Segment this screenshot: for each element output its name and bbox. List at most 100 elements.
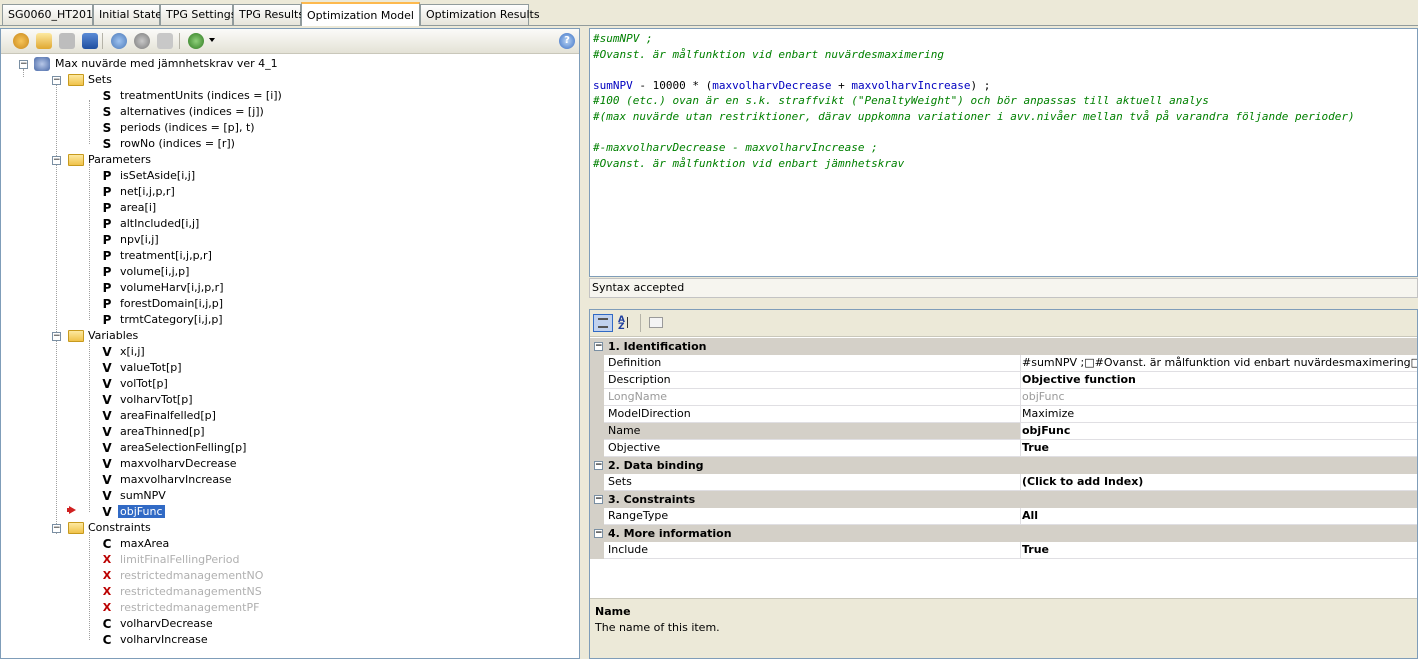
property-value-sets[interactable]: (Click to add Index)	[1020, 474, 1417, 490]
tree-folder-constraints[interactable]: Constraints	[88, 520, 151, 536]
property-row-name-selected[interactable]: Name objFunc	[590, 423, 1417, 440]
constraint-icon: C	[102, 537, 112, 551]
tree-item-parameter[interactable]: npv[i,j]	[120, 232, 159, 248]
tree-item-parameter[interactable]: treatment[i,j,p,r]	[120, 248, 212, 264]
tree-item-constraint-disabled[interactable]: limitFinalFellingPeriod	[120, 552, 239, 568]
tree-item-set[interactable]: periods (indices = [p], t)	[120, 120, 255, 136]
category-identification[interactable]: −1. Identification	[590, 338, 1417, 355]
tab-optimization-model[interactable]: Optimization Model	[301, 2, 420, 26]
tree-item-variable[interactable]: areaThinned[p]	[120, 424, 205, 440]
tree-item-variable[interactable]: valueTot[p]	[120, 360, 182, 376]
tree-item-variable[interactable]: maxvolharvDecrease	[120, 456, 237, 472]
property-value-description[interactable]: Objective function	[1020, 372, 1417, 388]
category-constraints[interactable]: −3. Constraints	[590, 491, 1417, 508]
code-identifier: maxvolharvDecrease	[712, 79, 832, 92]
property-value-rangetype[interactable]: All	[1020, 508, 1417, 524]
variables-collapse-toggle[interactable]: −	[52, 332, 61, 341]
tree-item-variable[interactable]: x[i,j]	[120, 344, 145, 360]
alphabetical-view-button[interactable]: A Z	[616, 314, 636, 332]
tree-toolbar: ?	[1, 29, 579, 54]
tree-item-parameter[interactable]: isSetAside[i,j]	[120, 168, 195, 184]
tree-item-constraint-disabled[interactable]: restrictedmanagementPF	[120, 600, 259, 616]
tree-item-parameter[interactable]: altIncluded[i,j]	[120, 216, 199, 232]
property-value-objective[interactable]: True	[1020, 440, 1417, 456]
property-value-definition[interactable]: #sumNPV ;□#Ovanst. är målfunktion vid en…	[1020, 355, 1417, 371]
tree-folder-parameters[interactable]: Parameters	[88, 152, 151, 168]
tree-item-set[interactable]: treatmentUnits (indices = [i])	[120, 88, 282, 104]
property-row-objective[interactable]: Objective True	[590, 440, 1417, 457]
code-operator: +	[831, 79, 852, 92]
property-value-include[interactable]: True	[1020, 542, 1417, 558]
save-as-icon[interactable]	[82, 33, 98, 49]
sets-collapse-toggle[interactable]: −	[52, 76, 61, 85]
code-line: #sumNPV ;	[593, 32, 653, 45]
parameter-icon: P	[102, 313, 112, 327]
tree-item-variable-selected[interactable]: objFunc	[118, 504, 165, 520]
property-row-sets[interactable]: Sets (Click to add Index)	[590, 474, 1417, 491]
property-value-name[interactable]: objFunc	[1020, 423, 1417, 439]
tab-tpg-settings[interactable]: TPG Settings	[160, 4, 237, 25]
run-icon[interactable]	[188, 33, 204, 49]
tree-item-parameter[interactable]: volumeHarv[i,j,p,r]	[120, 280, 224, 296]
tree-item-constraint-disabled[interactable]: restrictedmanagementNO	[120, 568, 263, 584]
tab-optimization-results[interactable]: Optimization Results	[420, 4, 540, 25]
tree-item-parameter[interactable]: volume[i,j,p]	[120, 264, 189, 280]
property-row-rangetype[interactable]: RangeType All	[590, 508, 1417, 525]
property-value-modeldirection[interactable]: Maximize	[1020, 406, 1417, 422]
tree-item-parameter[interactable]: net[i,j,p,r]	[120, 184, 175, 200]
tree-item-constraint-disabled[interactable]: restrictedmanagementNS	[120, 584, 262, 600]
open-model-icon[interactable]	[36, 33, 52, 49]
property-row-modeldirection[interactable]: ModelDirection Maximize	[590, 406, 1417, 423]
tab-initial-state[interactable]: Initial State	[93, 4, 162, 25]
property-name: ModelDirection	[608, 407, 691, 420]
variable-icon: V	[102, 505, 112, 519]
categorized-view-button[interactable]	[593, 314, 613, 332]
tree-item-constraint[interactable]: volharvDecrease	[120, 616, 213, 632]
tree-item-parameter[interactable]: trmtCategory[i,j,p]	[120, 312, 223, 328]
folder-icon	[68, 522, 84, 534]
property-pages-button[interactable]	[646, 314, 666, 332]
toolbar-separator	[102, 33, 103, 49]
constraint-disabled-icon: X	[102, 569, 112, 582]
tree-item-variable[interactable]: volTot[p]	[120, 376, 168, 392]
category-label: 4. More information	[608, 527, 732, 540]
tree-item-variable[interactable]: sumNPV	[120, 488, 166, 504]
property-row-definition[interactable]: Definition #sumNPV ;□#Ovanst. är målfunkt…	[590, 355, 1417, 372]
category-more-information[interactable]: −4. More information	[590, 525, 1417, 542]
category-collapse-toggle[interactable]: −	[594, 529, 603, 538]
tree-item-objfunc[interactable]: objFunc	[118, 505, 165, 518]
definition-editor[interactable]: #sumNPV ; #Ovanst. är målfunktion vid en…	[589, 28, 1418, 277]
tab-tpg-results[interactable]: TPG Results	[233, 4, 304, 25]
category-collapse-toggle[interactable]: −	[594, 495, 603, 504]
property-row-longname[interactable]: LongName objFunc	[590, 389, 1417, 406]
category-data-binding[interactable]: −2. Data binding	[590, 457, 1417, 474]
parameter-icon: P	[102, 281, 112, 295]
parameters-collapse-toggle[interactable]: −	[52, 156, 61, 165]
property-row-include[interactable]: Include True	[590, 542, 1417, 559]
settings-icon[interactable]	[134, 33, 150, 49]
gear-icon[interactable]	[111, 33, 127, 49]
category-collapse-toggle[interactable]: −	[594, 461, 603, 470]
tree-folder-variables[interactable]: Variables	[88, 328, 138, 344]
tree-root-label[interactable]: Max nuvärde med jämnhetskrav ver 4_1	[55, 56, 278, 72]
tree-item-variable[interactable]: maxvolharvIncrease	[120, 472, 232, 488]
tree-item-constraint[interactable]: maxArea	[120, 536, 169, 552]
tree-item-set[interactable]: alternatives (indices = [j])	[120, 104, 264, 120]
new-model-icon[interactable]	[13, 33, 29, 49]
category-collapse-toggle[interactable]: −	[594, 342, 603, 351]
constraints-collapse-toggle[interactable]: −	[52, 524, 61, 533]
tree-item-set[interactable]: rowNo (indices = [r])	[120, 136, 235, 152]
tree-item-variable[interactable]: areaSelectionFelling[p]	[120, 440, 246, 456]
tree-item-constraint[interactable]: volharvIncrease	[120, 632, 208, 648]
tab-sg0060[interactable]: SG0060_HT2010	[2, 4, 100, 25]
root-collapse-toggle[interactable]: −	[19, 60, 28, 69]
tree-item-variable[interactable]: areaFinalfelled[p]	[120, 408, 216, 424]
chevron-down-icon[interactable]	[209, 38, 215, 42]
tree-item-parameter[interactable]: area[i]	[120, 200, 156, 216]
tree-folder-sets[interactable]: Sets	[88, 72, 112, 88]
help-icon[interactable]: ?	[559, 33, 575, 49]
property-row-description[interactable]: Description Objective function	[590, 372, 1417, 389]
help-description: The name of this item.	[595, 621, 720, 634]
tree-item-variable[interactable]: volharvTot[p]	[120, 392, 193, 408]
tree-item-parameter[interactable]: forestDomain[i,j,p]	[120, 296, 223, 312]
